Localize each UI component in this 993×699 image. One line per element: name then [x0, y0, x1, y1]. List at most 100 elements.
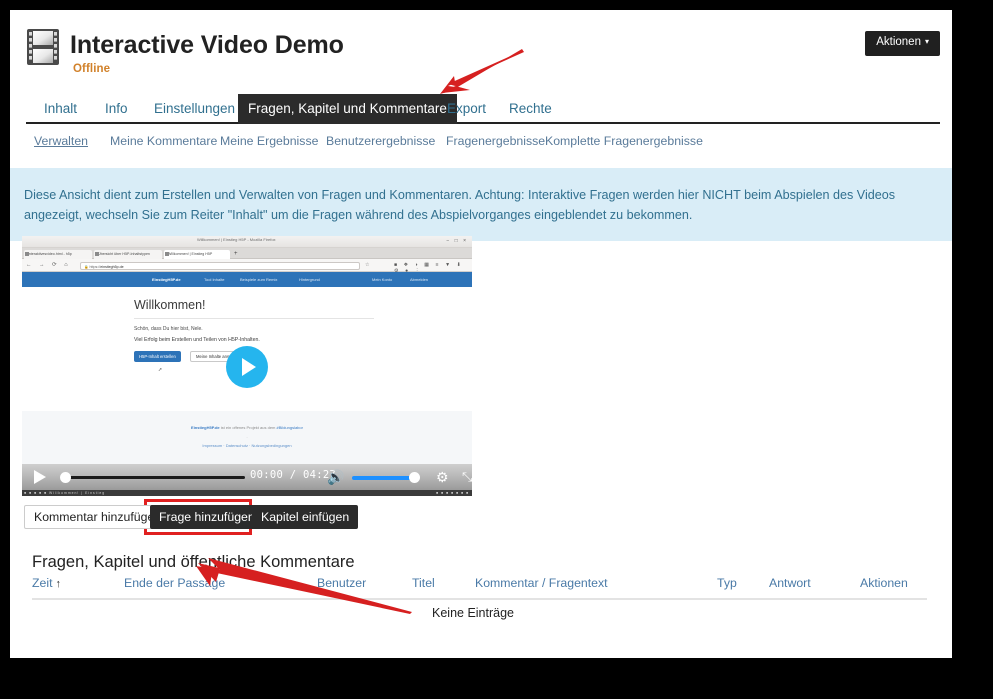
video-poster: Willkommen! | Einstieg H5P - Mozilla Fir…	[22, 236, 472, 464]
taskbar-right-items: ■ ■ ■ ■ ■ ■ ■	[436, 490, 469, 495]
site-nav-link-tool-inhalte: Tool Inhalte	[204, 276, 225, 282]
url-domain: einstiegh5p.de	[100, 264, 124, 269]
mouse-cursor-icon: ➚	[158, 367, 163, 373]
lock-icon: 🔒	[84, 264, 89, 269]
browser-tab: interaktivesvideo.html - h5p	[24, 249, 92, 259]
entries-table: Zeit ↑ Ende der Passage Benutzer Titel Kommen…	[32, 576, 927, 620]
column-header-label: Titel	[412, 576, 435, 590]
site-nav-link-einstiegh5p-de: EinstiegH5P.de	[152, 276, 181, 282]
screenshot-root: Interactive Video Demo Offline Aktionen ▾…	[0, 0, 993, 699]
tab-einstellungen[interactable]: Einstellungen	[144, 94, 245, 124]
browser-tab: Willkommen! | Einstieg H5P	[164, 249, 230, 259]
column-header-label: Ende der Passage	[124, 576, 226, 590]
welcome-paragraph-1: Schön, dass Du hier bist, Nele.	[134, 326, 203, 332]
os-taskbar: ■ ■ ■ ■ ■ Willkommen! | Einstieg ■ ■ ■ ■…	[22, 490, 472, 496]
column-header-aktionen[interactable]: Aktionen	[860, 576, 908, 590]
actions-button[interactable]: Aktionen ▾	[865, 31, 940, 56]
subnav-item-fragenergebnisse[interactable]: Fragenergebnisse	[446, 134, 545, 148]
seek-handle[interactable]	[60, 472, 71, 483]
seek-bar[interactable]	[60, 476, 245, 479]
subnav-item-komplette-fragenergebnisse[interactable]: Komplette Fragenergebnisse	[545, 134, 703, 148]
column-header-antwort[interactable]: Antwort	[769, 576, 811, 590]
browser-tab: Übersicht über H5P-Inhaltstypen	[94, 249, 162, 259]
volume-icon[interactable]: 🔊	[327, 469, 344, 485]
tab-rechte[interactable]: Rechte	[499, 94, 562, 124]
page-title: Interactive Video Demo	[70, 31, 344, 59]
frage-hinzufuegen-button[interactable]: Frage hinzufügen	[150, 505, 264, 529]
actions-button-label: Aktionen	[876, 36, 921, 48]
site-footer: EinstiegH5P.de ist ein offenes Projekt a…	[22, 411, 472, 464]
column-header-label: Aktionen	[860, 576, 908, 590]
favicon-icon	[95, 252, 99, 256]
site-nav-link-mein-konto: Mein Konto	[372, 276, 393, 282]
video-player[interactable]: Willkommen! | Einstieg H5P - Mozilla Fir…	[22, 236, 472, 496]
table-header-row: Zeit ↑ Ende der Passage Benutzer Titel Kommen…	[32, 576, 927, 600]
fullscreen-icon[interactable]: ⤡	[462, 470, 472, 484]
play-button-icon[interactable]	[34, 470, 46, 484]
favicon-icon	[25, 252, 29, 256]
welcome-paragraph-2: Viel Erfolg beim Erstellen und Teilen vo…	[134, 337, 260, 343]
column-header-label: Typ	[717, 576, 737, 590]
subnav-item-meine-kommentare[interactable]: Meine Kommentare	[110, 134, 217, 148]
welcome-heading: Willkommen!	[134, 298, 206, 312]
favicon-icon	[165, 252, 169, 256]
url-prefix: https://	[89, 264, 101, 269]
sort-ascending-icon: ↑	[55, 578, 62, 590]
app-surface: Interactive Video Demo Offline Aktionen ▾…	[10, 10, 952, 658]
browser-tab-label: Übersicht über H5P-Inhaltstypen	[98, 251, 150, 256]
volume-handle[interactable]	[409, 472, 420, 483]
column-header-typ[interactable]: Typ	[717, 576, 737, 590]
browser-window-title: Willkommen! | Einstieg H5P - Mozilla Fir…	[197, 237, 276, 242]
site-nav-link-beispiele-zum-remix: Beispiele zum Remix	[240, 276, 278, 282]
footer-brand: EinstiegH5P.de	[191, 425, 220, 430]
tab-inhalt[interactable]: Inhalt	[34, 94, 87, 124]
table-title: Fragen, Kapitel und öffentliche Kommenta…	[32, 553, 355, 571]
site-nav-link-hintergrund: Hintergrund	[299, 276, 320, 282]
main-tabs: Inhalt Info Einstellungen Fragen, Kapitel u…	[26, 94, 940, 124]
taskbar-left-items: ■ ■ ■ ■ ■ Willkommen! | Einstieg	[24, 490, 106, 495]
footer-link: #Bildungslabor	[276, 425, 303, 430]
film-strip-icon	[27, 29, 59, 65]
site-navbar: EinstiegH5P.de Tool Inhalte Beispiele zum …	[22, 272, 472, 287]
play-overlay-button[interactable]	[226, 346, 268, 388]
column-header-ende-der-passage[interactable]: Ende der Passage	[124, 576, 225, 590]
subnav-item-verwalten[interactable]: Verwalten	[34, 134, 88, 148]
gear-icon[interactable]: ⚙	[436, 469, 449, 485]
create-h5p-content-button: H5P-Inhalt erstellen	[134, 351, 181, 362]
column-header-label: Zeit	[32, 576, 53, 590]
column-header-kommentar-fragentext[interactable]: Kommentar / Fragentext	[475, 576, 608, 590]
column-header-label: Antwort	[769, 576, 811, 590]
column-header-label: Kommentar / Fragentext	[475, 576, 608, 590]
browser-tab-strip: + interaktivesvideo.html - h5p Übersicht …	[22, 248, 472, 259]
video-control-bar: 00:00 / 04:27 🔊 ⚙ ⤡	[22, 464, 472, 490]
page-header: Interactive Video Demo Offline Aktionen ▾	[10, 10, 952, 94]
status-badge-offline: Offline	[73, 63, 111, 76]
subnav-item-benutzerergebnisse[interactable]: Benutzerergebnisse	[326, 134, 435, 148]
tab-fragen-kapitel-und-kommentare[interactable]: Fragen, Kapitel und Kommentare	[238, 94, 457, 124]
title-block: Interactive Video Demo Offline	[70, 31, 344, 76]
info-banner: Diese Ansicht dient zum Erstellen und Ve…	[10, 168, 952, 241]
browser-url-bar: ← → ⟳ ⌂ 🔒 https://einstiegh5p.de ☆ ■ ❖ ◑…	[22, 259, 472, 274]
column-header-titel[interactable]: Titel	[412, 576, 435, 590]
subnav-item-meine-ergebnisse[interactable]: Meine Ergebnisse	[220, 134, 318, 148]
browser-nav-icons: ← → ⟳ ⌂	[26, 262, 71, 268]
browser-titlebar: Willkommen! | Einstieg H5P - Mozilla Fir…	[22, 236, 472, 248]
site-nav-link-abmelden: Abmelden	[410, 276, 429, 282]
time-display: 00:00 / 04:27	[250, 469, 337, 481]
footer-separator: ·	[246, 435, 248, 440]
column-header-label: Benutzer	[317, 576, 367, 590]
tab-export[interactable]: Export	[437, 94, 496, 124]
url-field: 🔒 https://einstiegh5p.de	[80, 261, 360, 270]
kapitel-einfuegen-button[interactable]: Kapitel einfügen	[252, 505, 359, 529]
volume-slider[interactable]	[352, 476, 417, 480]
footer-line-1: EinstiegH5P.de ist ein offenes Projekt a…	[22, 425, 472, 430]
chevron-down-icon: ▾	[924, 37, 929, 46]
tab-info[interactable]: Info	[95, 94, 138, 124]
empty-state-message: Keine Einträge	[432, 606, 515, 620]
divider	[134, 318, 374, 319]
footer-middle-text: ist ein offenes Projekt aus dem	[219, 425, 277, 430]
new-tab-icon: +	[234, 251, 238, 257]
play-icon	[242, 358, 256, 376]
column-header-benutzer[interactable]: Benutzer	[317, 576, 366, 590]
column-header-zeit[interactable]: Zeit ↑	[32, 576, 61, 590]
